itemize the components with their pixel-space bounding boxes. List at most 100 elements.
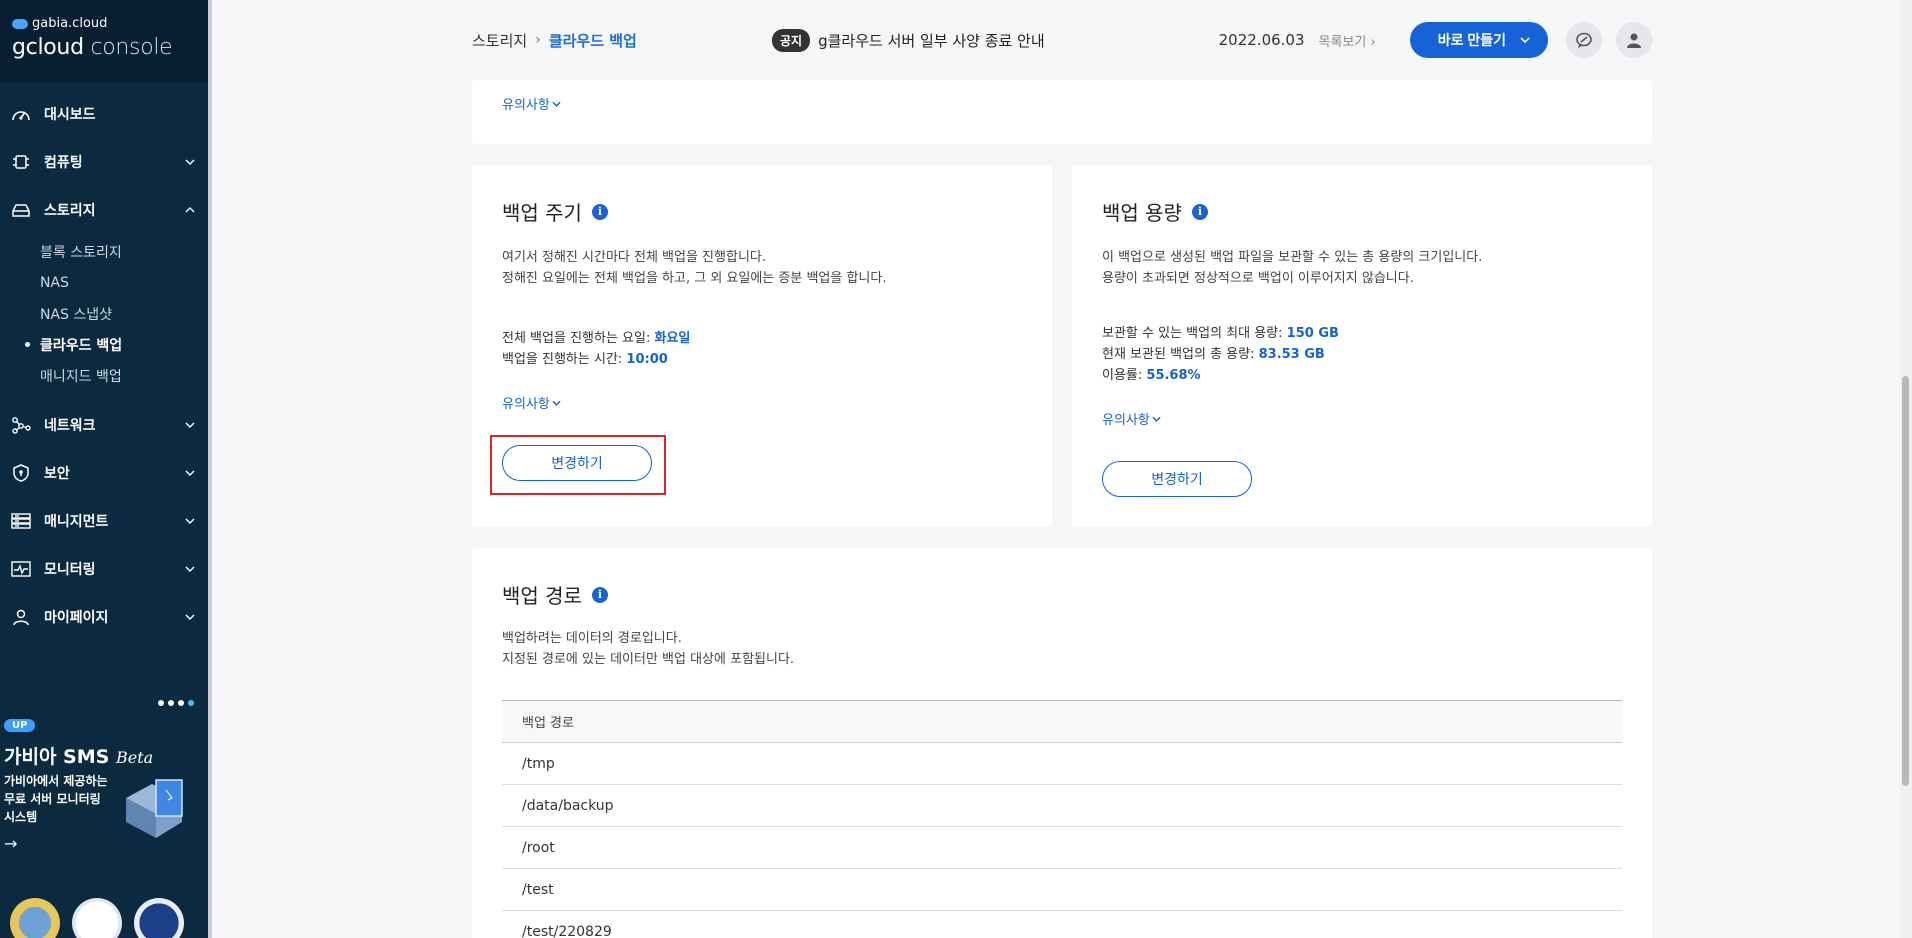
usage-rate-label: 이용률: bbox=[1102, 368, 1147, 383]
scrollbar-thumb[interactable] bbox=[1902, 376, 1909, 786]
notes-label: 유의사항 bbox=[1102, 413, 1150, 428]
promo-title-italic: Beta bbox=[115, 748, 154, 767]
storage-icon bbox=[10, 201, 32, 219]
breadcrumb-separator: › bbox=[535, 32, 541, 48]
sidebar-subitem-cloud-backup[interactable]: 클라우드 백업 bbox=[25, 329, 208, 360]
page-scrollbar[interactable] bbox=[1900, 0, 1912, 938]
arrow-right-icon[interactable]: → bbox=[4, 834, 17, 853]
promo-banner[interactable]: UP 가비아 SMS Beta 가비아에서 제공하는 무료 서버 모니터링 시스템 … bbox=[0, 700, 208, 880]
notes-toggle[interactable]: 유의사항 bbox=[502, 94, 561, 113]
feedback-button[interactable] bbox=[1566, 22, 1602, 58]
breadcrumb-current: 클라우드 백업 bbox=[548, 31, 637, 50]
carousel-dot-active[interactable] bbox=[188, 700, 194, 706]
chevron-down-icon bbox=[552, 101, 561, 107]
sidebar-item-management[interactable]: 매니지먼트 bbox=[0, 497, 208, 545]
profile-button[interactable] bbox=[1616, 22, 1652, 58]
cloud-logo-icon bbox=[12, 18, 28, 29]
backup-capacity-description: 이 백업으로 생성된 백업 파일을 보관할 수 있는 총 용량의 크기입니다. … bbox=[1102, 247, 1482, 289]
notice-list-label: 목록보기 bbox=[1318, 34, 1367, 50]
full-backup-day-label: 전체 백업을 진행하는 요일: bbox=[502, 331, 655, 346]
notice-date: 2022.06.03 bbox=[1218, 31, 1305, 49]
carousel-dot[interactable] bbox=[158, 700, 164, 706]
promo-badge: UP bbox=[4, 719, 36, 732]
backup-capacity-values: 보관할 수 있는 백업의 최대 용량: 150 GB 현재 보관된 백업의 총 … bbox=[1102, 323, 1339, 386]
chevron-up-icon bbox=[184, 204, 196, 216]
max-capacity-value: 150 GB bbox=[1286, 326, 1339, 341]
full-backup-day: 전체 백업을 진행하는 요일: 화요일 bbox=[502, 328, 690, 349]
previous-section-card: 유의사항 bbox=[472, 80, 1652, 144]
sidebar-item-security[interactable]: 보안 bbox=[0, 449, 208, 497]
sidebar-item-label: 마이페이지 bbox=[44, 610, 109, 626]
monitoring-icon bbox=[10, 560, 32, 578]
table-row: /tmp bbox=[502, 743, 1622, 785]
sidebar-item-label: 네트워크 bbox=[44, 418, 96, 434]
user-icon bbox=[1627, 33, 1641, 48]
backup-time-value: 10:00 bbox=[626, 352, 668, 367]
notes-label: 유의사항 bbox=[502, 397, 550, 412]
info-icon[interactable]: i bbox=[591, 586, 608, 603]
backup-path-table: 백업 경로 /tmp /data/backup /root /test /tes… bbox=[502, 700, 1622, 938]
info-icon[interactable]: i bbox=[591, 203, 608, 220]
change-capacity-button[interactable]: 변경하기 bbox=[1102, 461, 1252, 497]
sidebar-item-computing[interactable]: 컴퓨팅 bbox=[0, 138, 208, 186]
quick-create-label: 바로 만들기 bbox=[1437, 32, 1506, 48]
chevron-down-icon bbox=[184, 611, 196, 623]
sidebar-item-label: 보안 bbox=[44, 466, 70, 482]
chevron-down-icon bbox=[184, 467, 196, 479]
sidebar-item-label: 모니터링 bbox=[44, 562, 96, 578]
notes-label: 유의사항 bbox=[502, 98, 550, 113]
shield-icon bbox=[10, 464, 32, 482]
brand-console-a: gcloud bbox=[12, 35, 84, 60]
used-capacity: 현재 보관된 백업의 총 용량: 83.53 GB bbox=[1102, 344, 1339, 365]
chevron-down-icon bbox=[184, 563, 196, 575]
backup-path-description: 백업하려는 데이터의 경로입니다. 지정된 경로에 있는 데이터만 백업 대상에… bbox=[502, 628, 794, 670]
breadcrumb-parent[interactable]: 스토리지 bbox=[472, 30, 527, 51]
sidebar-subitem-nas[interactable]: NAS bbox=[40, 267, 208, 298]
promo-desc-line: 시스템 bbox=[4, 810, 38, 824]
notes-toggle[interactable]: 유의사항 bbox=[502, 393, 561, 412]
backup-cycle-description: 여기서 정해진 시간마다 전체 백업을 진행합니다. 정해진 요일에는 전체 백… bbox=[502, 247, 886, 289]
sidebar-item-monitoring[interactable]: 모니터링 bbox=[0, 545, 208, 593]
sidebar-scrollbar[interactable] bbox=[208, 0, 212, 938]
sidebar-item-mypage[interactable]: 마이페이지 bbox=[0, 593, 208, 641]
top-header: 스토리지 › 클라우드 백업 공지 g클라우드 서버 일부 사양 종료 안내 2… bbox=[472, 20, 1652, 60]
sidebar-item-dashboard[interactable]: 대시보드 bbox=[0, 90, 208, 138]
sidebar-subitem-managed-backup[interactable]: 매니지드 백업 bbox=[40, 360, 208, 391]
cloud-service-badge-icon bbox=[72, 898, 122, 938]
quick-create-button[interactable]: 바로 만들기 bbox=[1409, 22, 1548, 58]
sidebar-item-storage[interactable]: 스토리지 bbox=[0, 186, 208, 234]
chevron-down-icon bbox=[184, 515, 196, 527]
management-icon bbox=[10, 512, 32, 530]
sidebar-item-label: 컴퓨팅 bbox=[44, 155, 83, 171]
notice-bar[interactable]: 공지 g클라우드 서버 일부 사양 종료 안내 bbox=[772, 28, 1219, 52]
csap-badge-icon bbox=[134, 898, 184, 938]
sidebar-item-network[interactable]: 네트워크 bbox=[0, 401, 208, 449]
info-icon[interactable]: i bbox=[1191, 203, 1208, 220]
notes-toggle[interactable]: 유의사항 bbox=[1102, 409, 1161, 428]
promo-desc-line: 무료 서버 모니터링 bbox=[4, 792, 101, 806]
backup-cycle-title: 백업 주기 i bbox=[502, 197, 608, 226]
table-header: 백업 경로 bbox=[502, 701, 1622, 743]
used-capacity-value: 83.53 GB bbox=[1258, 347, 1325, 362]
certification-badge-icon bbox=[10, 898, 60, 938]
change-cycle-button[interactable]: 변경하기 bbox=[502, 445, 652, 481]
breadcrumb: 스토리지 › 클라우드 백업 bbox=[472, 30, 772, 51]
certification-badges bbox=[10, 898, 184, 938]
carousel-dot[interactable] bbox=[178, 700, 184, 706]
promo-title: 가비아 SMS Beta bbox=[4, 742, 153, 769]
notice-list-link[interactable]: 목록보기 › bbox=[1319, 31, 1376, 50]
chevron-down-icon bbox=[184, 156, 196, 168]
promo-description: 가비아에서 제공하는 무료 서버 모니터링 시스템 bbox=[4, 772, 124, 826]
usage-rate-value: 55.68% bbox=[1146, 368, 1201, 383]
table-row: /data/backup bbox=[502, 785, 1622, 827]
carousel-dot[interactable] bbox=[168, 700, 174, 706]
network-icon bbox=[10, 416, 32, 434]
notice-text[interactable]: g클라우드 서버 일부 사양 종료 안내 bbox=[818, 30, 1045, 51]
sidebar-subitem-block-storage[interactable]: 블록 스토리지 bbox=[40, 236, 208, 267]
carousel-dots[interactable] bbox=[158, 700, 194, 706]
usage-rate: 이용률: 55.68% bbox=[1102, 365, 1339, 386]
brand-logo[interactable]: gabia.cloud gcloud console bbox=[0, 0, 208, 82]
sidebar-subitem-nas-snapshot[interactable]: NAS 스냅샷 bbox=[40, 298, 208, 329]
table-row: /test bbox=[502, 869, 1622, 911]
chevron-down-icon bbox=[552, 400, 561, 406]
